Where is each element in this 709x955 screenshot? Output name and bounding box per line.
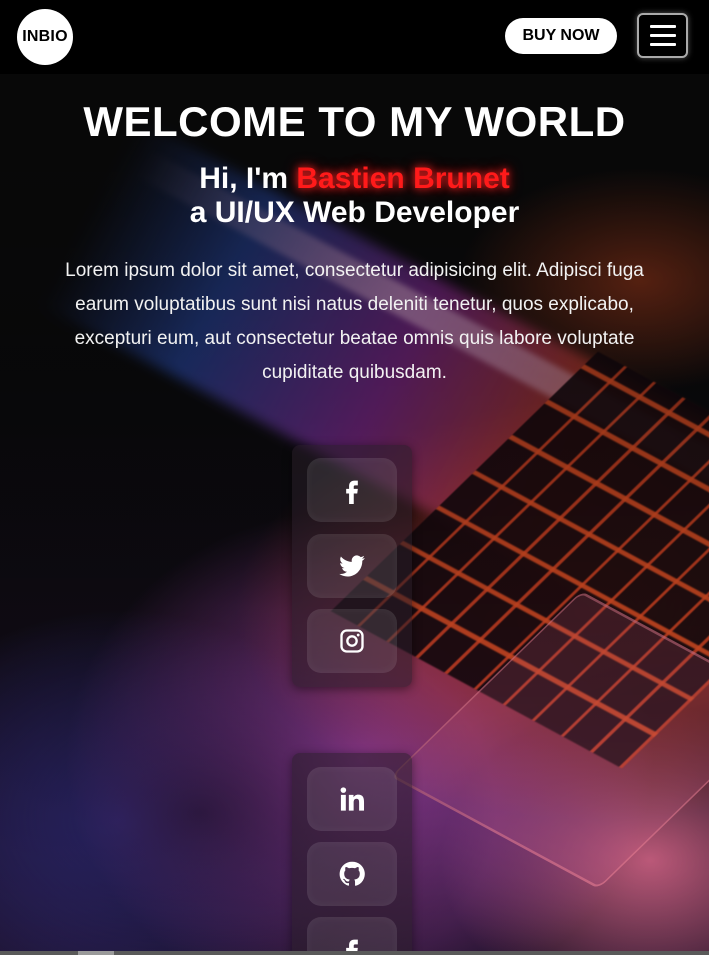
hamburger-menu-icon — [649, 25, 676, 28]
instagram-link[interactable] — [307, 609, 397, 673]
logo-link[interactable]: INBIO — [17, 9, 73, 65]
horizontal-scrollbar[interactable] — [0, 951, 709, 955]
facebook-link[interactable] — [307, 917, 397, 955]
social-links-panel — [292, 753, 412, 955]
hero-section: WELCOME TO MY WORLD Hi, I'm Bastien Brun… — [0, 74, 709, 390]
greeting-heading: Hi, I'm Bastien Brunet — [0, 162, 709, 196]
instagram-icon — [340, 629, 364, 653]
hamburger-menu-icon — [649, 43, 676, 46]
twitter-link[interactable] — [307, 534, 397, 598]
hamburger-menu-icon — [649, 34, 676, 37]
developer-name: Bastien Brunet — [296, 162, 510, 195]
greeting-prefix: Hi, I'm — [199, 162, 297, 195]
social-links-panel — [292, 445, 412, 687]
page-title: WELCOME TO MY WORLD — [83, 98, 626, 145]
linkedin-icon — [340, 787, 365, 811]
role-heading: a UI/UX Web Developer — [189, 196, 520, 229]
menu-toggle-button[interactable] — [637, 13, 688, 58]
facebook-link[interactable] — [307, 458, 397, 522]
facebook-icon — [346, 480, 358, 504]
scrollbar-thumb[interactable] — [78, 951, 114, 955]
linkedin-link[interactable] — [307, 767, 397, 831]
navbar: INBIO BUY NOW — [0, 0, 709, 74]
github-link[interactable] — [307, 842, 397, 906]
buy-now-button[interactable]: BUY NOW — [505, 18, 617, 54]
intro-paragraph: Lorem ipsum dolor sit amet, consectetur … — [65, 260, 644, 383]
github-icon — [339, 861, 365, 886]
twitter-icon — [339, 555, 365, 577]
